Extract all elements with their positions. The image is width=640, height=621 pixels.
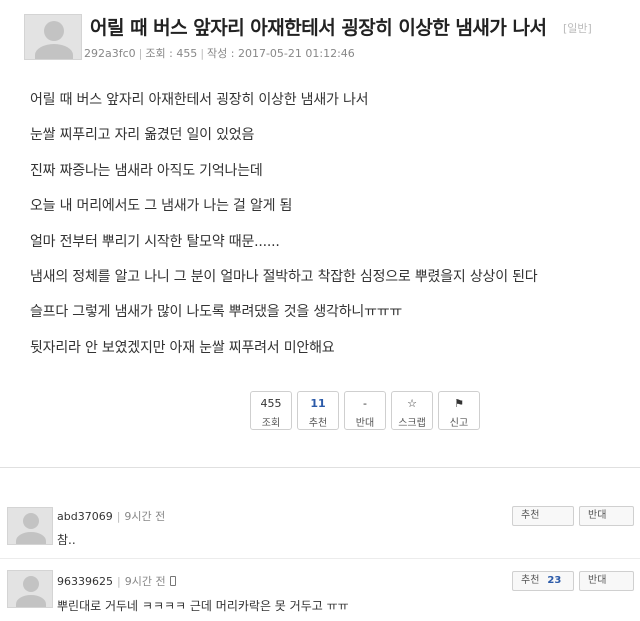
comment-recommend-label: 추천 xyxy=(521,510,540,521)
scrap-button[interactable]: ☆ 스크랩 xyxy=(391,391,433,430)
recommend-label: 추천 xyxy=(308,418,328,429)
comment-oppose-button[interactable]: 반대 xyxy=(579,571,634,591)
post-line: 슬프다 그렇게 냄새가 많이 나도록 뿌려댔을 것을 생각하니ㅠㅠㅠ xyxy=(30,304,403,321)
scrap-label: 스크랩 xyxy=(398,418,426,429)
comment-divider xyxy=(0,558,640,559)
post-meta: 292a3fc0 | 조회 : 455 | 작성 : 2017-05-21 01:12:… xyxy=(84,47,355,60)
comment-user[interactable]: abd37069 xyxy=(57,510,113,523)
views-label: 조회 xyxy=(261,418,281,429)
comments-divider xyxy=(0,467,640,468)
views-number: 455 xyxy=(260,397,282,410)
post-line: 뒷자리라 안 보였겠지만 아재 눈쌀 찌푸려서 미안해요 xyxy=(30,339,335,356)
oppose-count: - xyxy=(363,397,367,410)
post-title: 어릴 때 버스 앞자리 아재한테서 굉장히 이상한 냄새가 나서 xyxy=(90,17,547,39)
post-line: 눈쌀 찌푸리고 자리 옮겼던 일이 있었음 xyxy=(30,127,255,144)
post-actions: 455 조회 11 추천 - 반대 ☆ 스크랩 ⚑ 신고 xyxy=(250,391,480,430)
comment-recommend-label: 추천 xyxy=(521,575,540,586)
star-icon: ☆ xyxy=(407,397,417,410)
post-body: 어릴 때 버스 앞자리 아재한테서 굉장히 이상한 냄새가 나서 눈쌀 찌푸리고… xyxy=(30,90,635,373)
post-line: 어릴 때 버스 앞자리 아재한테서 굉장히 이상한 냄새가 나서 xyxy=(30,92,369,108)
recommend-button[interactable]: 11 추천 xyxy=(297,391,339,430)
post-line: 냄새의 정체를 알고 나니 그 분이 얼마나 절박하고 착잡한 심정으로 뿌렸을… xyxy=(30,268,538,285)
report-label: 신고 xyxy=(449,418,469,429)
commenter-avatar xyxy=(7,507,53,545)
flag-icon: ⚑ xyxy=(454,397,464,410)
comment-recommend-button[interactable]: 추천 xyxy=(512,506,574,526)
post-line: 얼마 전부터 뿌리기 시작한 탈모약 때문...... xyxy=(30,233,280,250)
post-line: 오늘 내 머리에서도 그 냄새가 나는 걸 알게 됨 xyxy=(30,198,293,215)
comment-oppose-label: 반대 xyxy=(588,510,607,521)
comment-time: 9시간 전 xyxy=(124,575,166,588)
category-tag: [일반] xyxy=(563,22,592,35)
report-button[interactable]: ⚑ 신고 xyxy=(438,391,480,430)
commenter-avatar xyxy=(7,570,53,608)
oppose-label: 반대 xyxy=(355,418,375,429)
comment-text: 참.. xyxy=(57,533,76,547)
comment-meta: 96339625 | 9시간 전 xyxy=(57,573,176,589)
post-line: 진짜 짜증나는 냄새라 아직도 기억나는데 xyxy=(30,162,263,179)
mobile-phone-icon xyxy=(169,576,176,586)
views-box: 455 조회 xyxy=(250,391,292,430)
recommend-count: 11 xyxy=(310,397,326,410)
comment-user[interactable]: 96339625 xyxy=(57,575,113,588)
oppose-button[interactable]: - 반대 xyxy=(344,391,386,430)
comment-oppose-button[interactable]: 반대 xyxy=(579,506,634,526)
post-date: 작성 : 2017-05-21 01:12:46 xyxy=(207,47,355,60)
comment-meta: abd37069 | 9시간 전 xyxy=(57,510,166,523)
comment-recommend-button[interactable]: 추천 23 xyxy=(512,571,574,591)
author-avatar xyxy=(24,14,82,60)
comment-text: 뿌린대로 거두네 ㅋㅋㅋㅋ 근데 머리카락은 못 거두고 ㅠㅠ xyxy=(57,599,349,613)
comment-oppose-label: 반대 xyxy=(588,575,607,586)
comment-recommend-count: 23 xyxy=(547,575,562,586)
comment-time: 9시간 전 xyxy=(124,510,166,523)
author-id[interactable]: 292a3fc0 xyxy=(84,47,136,60)
view-count: 조회 : 455 xyxy=(145,47,198,60)
